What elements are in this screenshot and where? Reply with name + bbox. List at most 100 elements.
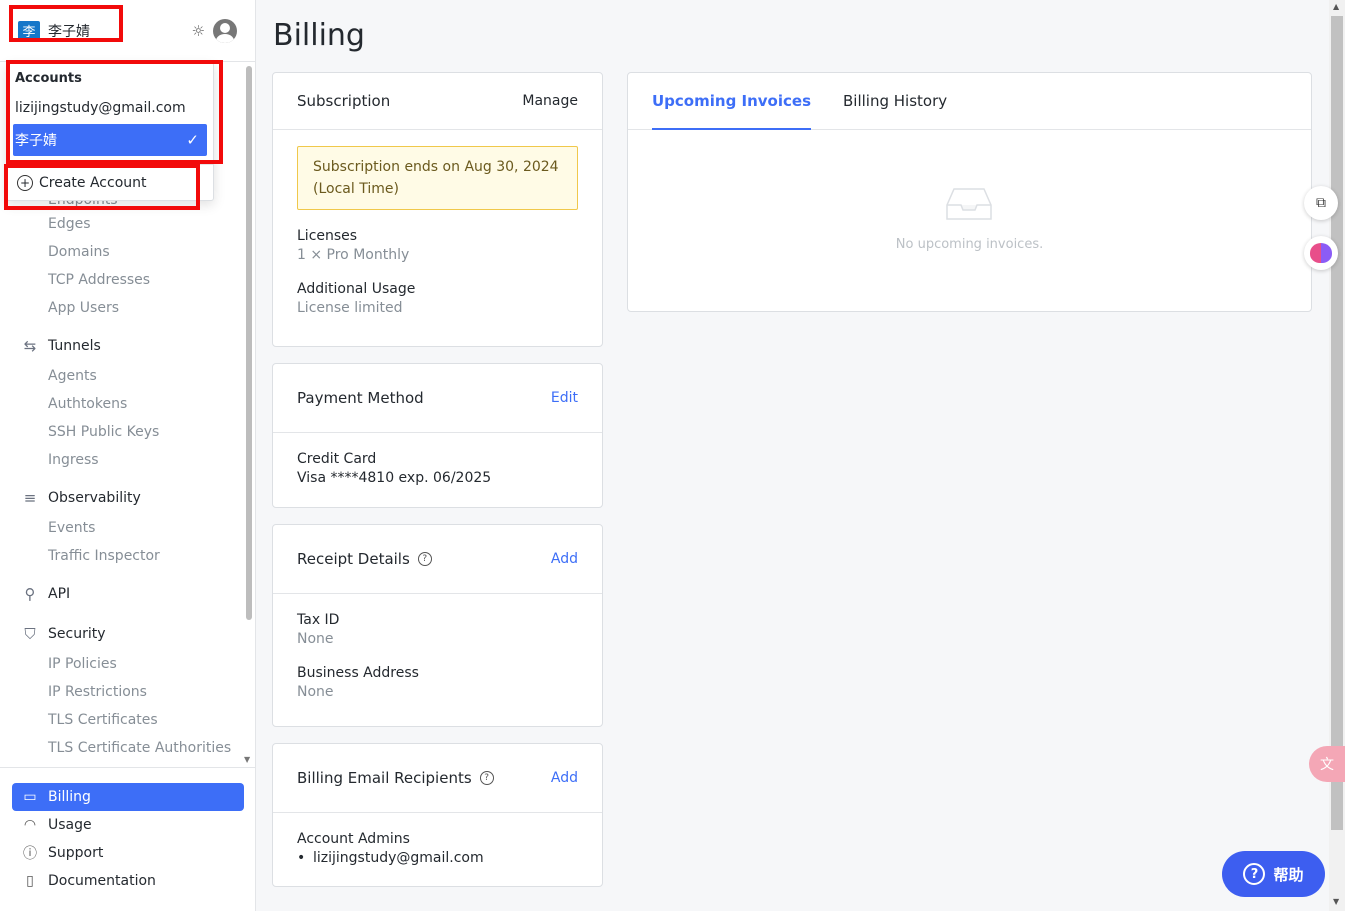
- licenses-label: Licenses: [297, 228, 358, 244]
- sidebar-item-documentation[interactable]: ▯ Documentation: [12, 867, 244, 895]
- manage-link[interactable]: Manage: [522, 93, 578, 109]
- shield-icon: ⛉: [24, 625, 36, 643]
- scroll-down-arrow-icon[interactable]: ▼: [1333, 897, 1339, 906]
- sidebar-group-label: Security: [48, 626, 106, 642]
- plus-circle-icon: +: [17, 174, 33, 191]
- billing-recipients-card: Billing Email Recipients ? Add Account A…: [272, 743, 603, 887]
- tax-id-label: Tax ID: [297, 612, 340, 628]
- scrollbar-thumb[interactable]: [1331, 16, 1343, 830]
- sidebar-group-security[interactable]: ⛉ Security: [0, 618, 244, 650]
- sidebar-item-ip-policies[interactable]: IP Policies: [0, 650, 244, 678]
- usage-value: License limited: [297, 300, 403, 316]
- help-button[interactable]: ? 帮助: [1222, 851, 1325, 897]
- brain-ai-button[interactable]: [1304, 236, 1338, 270]
- account-dropdown: Accounts lizijingstudy@gmail.com 李子婧 ✓ +…: [6, 62, 214, 201]
- business-address-label: Business Address: [297, 665, 419, 681]
- list-search-icon: ≡: [23, 489, 37, 507]
- sidebar-item-label: Support: [48, 845, 104, 861]
- card-title: Billing Email Recipients: [297, 769, 472, 787]
- help-button-label: 帮助: [1273, 865, 1304, 884]
- sidebar-item-edges[interactable]: Edges: [0, 210, 244, 238]
- scroll-up-arrow-icon[interactable]: ▲: [1333, 2, 1339, 11]
- check-icon: ✓: [186, 131, 199, 149]
- card-title: Subscription: [297, 92, 391, 110]
- question-circle-icon: ⓘ: [23, 846, 37, 862]
- sidebar-item-ssh-public-keys[interactable]: SSH Public Keys: [0, 418, 244, 446]
- sidebar-item-billing[interactable]: ▭ Billing: [12, 783, 244, 811]
- tax-id-value: None: [297, 631, 334, 647]
- sidebar-item-authtokens[interactable]: Authtokens: [0, 390, 244, 418]
- sidebar-item-support[interactable]: ⓘ Support: [12, 839, 244, 867]
- business-address-value: None: [297, 684, 334, 700]
- sidebar-group-label: Tunnels: [48, 338, 101, 354]
- translate-tab-icon[interactable]: 文: [1309, 746, 1345, 782]
- account-avatar[interactable]: 李: [18, 20, 40, 41]
- admin-email-text: lizijingstudy@gmail.com: [313, 850, 484, 866]
- bullet-icon: •: [297, 850, 306, 866]
- sidebar-group-api[interactable]: ⚲ API: [0, 578, 244, 610]
- book-icon: ▯: [26, 873, 34, 889]
- sidebar-item-domains[interactable]: Domains: [0, 238, 244, 266]
- edit-payment-link[interactable]: Edit: [551, 390, 578, 406]
- sidebar-item-tls-certificates[interactable]: TLS Certificates: [0, 706, 244, 734]
- sidebar-item-tcp-addresses[interactable]: TCP Addresses: [0, 266, 244, 294]
- tab-billing-history[interactable]: Billing History: [843, 73, 947, 129]
- empty-state-text: No upcoming invoices.: [895, 237, 1044, 252]
- sidebar-item-agents[interactable]: Agents: [0, 362, 244, 390]
- credit-card-icon: ▭: [23, 789, 37, 805]
- create-account-button[interactable]: + Create Account: [7, 164, 213, 200]
- sidebar-item-label: Documentation: [48, 873, 156, 889]
- brain-icon: [1310, 243, 1332, 263]
- sidebar-header: 李 李子婧 ☼: [0, 0, 255, 62]
- account-option-email[interactable]: lizijingstudy@gmail.com: [7, 92, 213, 124]
- subscription-card: Subscription Manage Subscription ends on…: [272, 72, 603, 347]
- account-switcher[interactable]: 李子婧: [48, 21, 90, 41]
- plug-icon: ⚲: [24, 585, 36, 603]
- usage-label: Additional Usage: [297, 281, 416, 297]
- licenses-value: 1 × Pro Monthly: [297, 247, 410, 263]
- sidebar-item-usage[interactable]: ◠ Usage: [12, 811, 244, 839]
- sidebar-item-label: Billing: [48, 789, 91, 805]
- credit-card-label: Credit Card: [297, 451, 377, 467]
- sidebar-item-label: Usage: [48, 817, 92, 833]
- add-receipt-link[interactable]: Add: [551, 551, 578, 567]
- account-option-selected[interactable]: 李子婧 ✓: [13, 124, 207, 156]
- sidebar-nav: Endpoints Edges Domains TCP Addresses Ap…: [0, 196, 244, 766]
- credit-card-value: Visa ****4810 exp. 06/2025: [297, 470, 492, 486]
- account-admins-label: Account Admins: [297, 831, 410, 847]
- payment-method-card: Payment Method Edit Credit Card Visa ***…: [272, 363, 603, 508]
- sidebar-group-observability[interactable]: ≡ Observability: [0, 482, 244, 514]
- sidebar-group-label: API: [48, 586, 71, 602]
- gauge-icon: ◠: [23, 817, 37, 833]
- theme-toggle-icon[interactable]: ☼: [192, 22, 205, 40]
- help-icon[interactable]: ?: [417, 552, 432, 566]
- admin-email: • lizijingstudy@gmail.com: [297, 850, 578, 866]
- sidebar-item-app-users[interactable]: App Users: [0, 294, 244, 322]
- add-recipient-link[interactable]: Add: [551, 770, 578, 786]
- subscription-notice: Subscription ends on Aug 30, 2024 (Local…: [297, 146, 578, 210]
- sidebar-item-traffic-inspector[interactable]: Traffic Inspector: [0, 542, 244, 570]
- tab-upcoming-invoices[interactable]: Upcoming Invoices: [652, 73, 812, 130]
- invoices-panel: Upcoming Invoices Billing History No upc…: [627, 72, 1312, 312]
- card-title: Receipt Details: [297, 550, 410, 568]
- scroll-down-arrow-icon[interactable]: ▼: [244, 755, 250, 764]
- sidebar-item-events[interactable]: Events: [0, 514, 244, 542]
- empty-inbox-icon: [946, 188, 992, 220]
- question-icon: ?: [1243, 863, 1266, 885]
- sidebar-scrollbar[interactable]: [246, 66, 252, 620]
- sidebar-group-label: Observability: [48, 490, 141, 506]
- page-title: Billing: [273, 18, 365, 53]
- sidebar-item-tls-certificate-authorities[interactable]: TLS Certificate Authorities: [0, 734, 244, 762]
- user-avatar[interactable]: [213, 18, 237, 43]
- sidebar-item-ip-restrictions[interactable]: IP Restrictions: [0, 678, 244, 706]
- translate-icon[interactable]: ⧉: [1304, 186, 1338, 220]
- arrows-swap-icon: ⇆: [23, 337, 37, 355]
- account-option-label: 李子婧: [15, 133, 57, 149]
- card-title: Payment Method: [297, 389, 424, 407]
- help-icon[interactable]: ?: [479, 771, 494, 785]
- dropdown-label: Accounts: [15, 71, 82, 86]
- sidebar-group-tunnels[interactable]: ⇆ Tunnels: [0, 330, 244, 362]
- invoice-tabs: Upcoming Invoices Billing History: [628, 73, 1311, 130]
- sidebar-item-ingress[interactable]: Ingress: [0, 446, 244, 474]
- sidebar-bottom-nav: ▭ Billing ◠ Usage ⓘ Support ▯ Documentat…: [0, 767, 256, 895]
